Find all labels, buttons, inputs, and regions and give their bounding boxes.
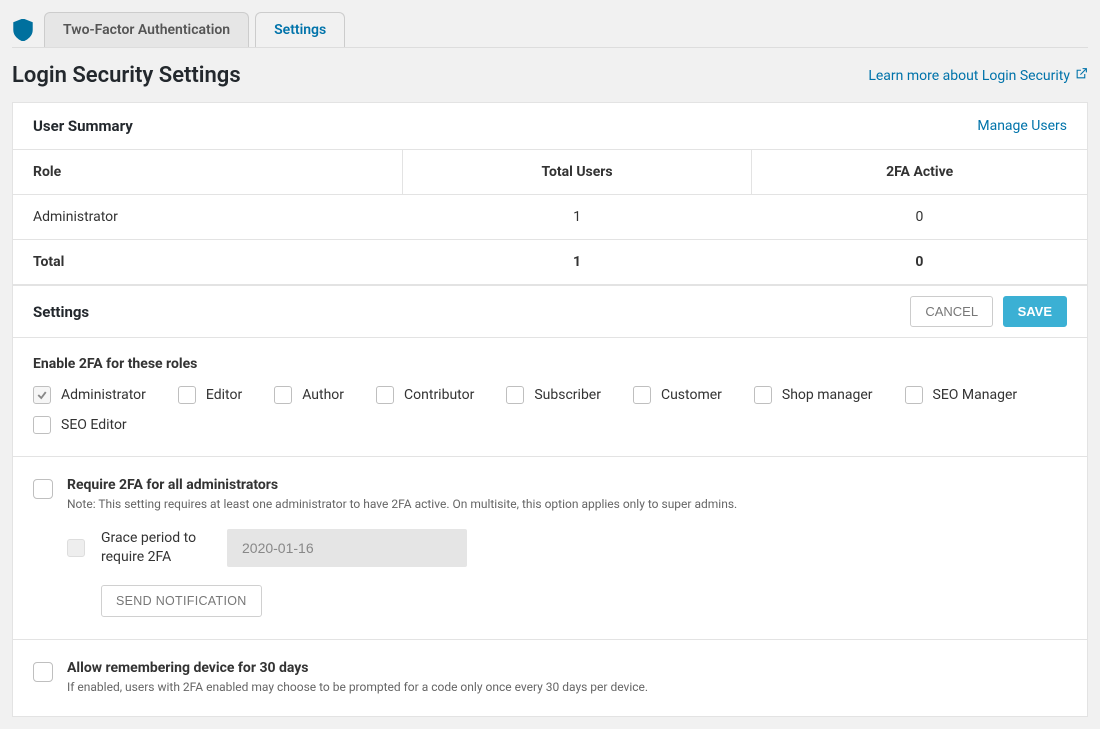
cancel-button[interactable]: CANCEL (910, 296, 993, 327)
page-title: Login Security Settings (12, 63, 241, 88)
learn-more-link[interactable]: Learn more about Login Security (868, 67, 1088, 84)
total-label: Total (13, 240, 402, 285)
grace-label: Grace period to require 2FA (101, 529, 211, 567)
role-label: Shop manager (782, 387, 873, 403)
tab-settings[interactable]: Settings (255, 12, 345, 47)
role-label: Subscriber (534, 387, 601, 403)
role-label: Contributor (404, 387, 474, 403)
table-total-row: Total 1 0 (13, 240, 1087, 285)
grace-date-input (227, 529, 467, 567)
role-customer[interactable]: Customer (633, 386, 722, 404)
checkbox[interactable] (633, 386, 651, 404)
col-2fa-active: 2FA Active (752, 150, 1087, 195)
role-label: SEO Manager (933, 387, 1018, 403)
enable-roles-title: Enable 2FA for these roles (33, 356, 1067, 372)
settings-panel: Settings CANCEL SAVE Enable 2FA for thes… (12, 285, 1088, 717)
remember-device-checkbox[interactable] (33, 662, 53, 682)
role-label: Editor (206, 387, 242, 403)
role-editor[interactable]: Editor (178, 386, 242, 404)
checkbox[interactable] (754, 386, 772, 404)
tab-two-factor[interactable]: Two-Factor Authentication (44, 12, 249, 47)
send-notification-button[interactable]: SEND NOTIFICATION (101, 585, 262, 617)
checkbox[interactable] (33, 386, 51, 404)
table-row: Administrator 1 0 (13, 195, 1087, 240)
role-label: Author (302, 387, 344, 403)
grace-checkbox (67, 539, 85, 557)
checkbox[interactable] (178, 386, 196, 404)
checkbox[interactable] (274, 386, 292, 404)
user-summary-table: Role Total Users 2FA Active Administrato… (13, 149, 1087, 284)
role-shop-manager[interactable]: Shop manager (754, 386, 873, 404)
role-subscriber[interactable]: Subscriber (506, 386, 601, 404)
user-summary-title: User Summary (33, 117, 133, 135)
require-admin-checkbox[interactable] (33, 479, 53, 499)
require-admin-title: Require 2FA for all administrators (67, 477, 737, 493)
tabs-row: Two-Factor Authentication Settings (12, 12, 1088, 47)
save-button[interactable]: SAVE (1003, 296, 1067, 327)
role-seo-editor[interactable]: SEO Editor (33, 416, 127, 434)
checkbox[interactable] (33, 416, 51, 434)
role-author[interactable]: Author (274, 386, 344, 404)
role-contributor[interactable]: Contributor (376, 386, 474, 404)
checkbox[interactable] (905, 386, 923, 404)
settings-title: Settings (33, 303, 89, 321)
role-administrator[interactable]: Administrator (33, 386, 146, 404)
cell-active: 0 (752, 195, 1087, 240)
role-label: SEO Editor (61, 417, 127, 433)
remember-title: Allow remembering device for 30 days (67, 660, 648, 676)
require-admin-block: Require 2FA for all administrators Note:… (13, 456, 1087, 639)
role-grid: Administrator Editor Author Contributor … (33, 386, 1067, 434)
total-active: 0 (752, 240, 1087, 285)
checkbox[interactable] (376, 386, 394, 404)
user-summary-panel: User Summary Manage Users Role Total Use… (12, 102, 1088, 285)
role-seo-manager[interactable]: SEO Manager (905, 386, 1018, 404)
role-label: Customer (661, 387, 722, 403)
checkbox[interactable] (506, 386, 524, 404)
remember-note: If enabled, users with 2FA enabled may c… (67, 680, 648, 694)
cell-role: Administrator (13, 195, 402, 240)
col-total-users: Total Users (402, 150, 751, 195)
external-link-icon (1075, 67, 1088, 84)
cell-total: 1 (402, 195, 751, 240)
learn-more-label: Learn more about Login Security (868, 68, 1070, 84)
brand-logo-icon (12, 19, 34, 41)
manage-users-link[interactable]: Manage Users (977, 118, 1067, 134)
require-admin-note: Note: This setting requires at least one… (67, 497, 737, 511)
total-users: 1 (402, 240, 751, 285)
col-role: Role (13, 150, 402, 195)
role-label: Administrator (61, 387, 146, 403)
